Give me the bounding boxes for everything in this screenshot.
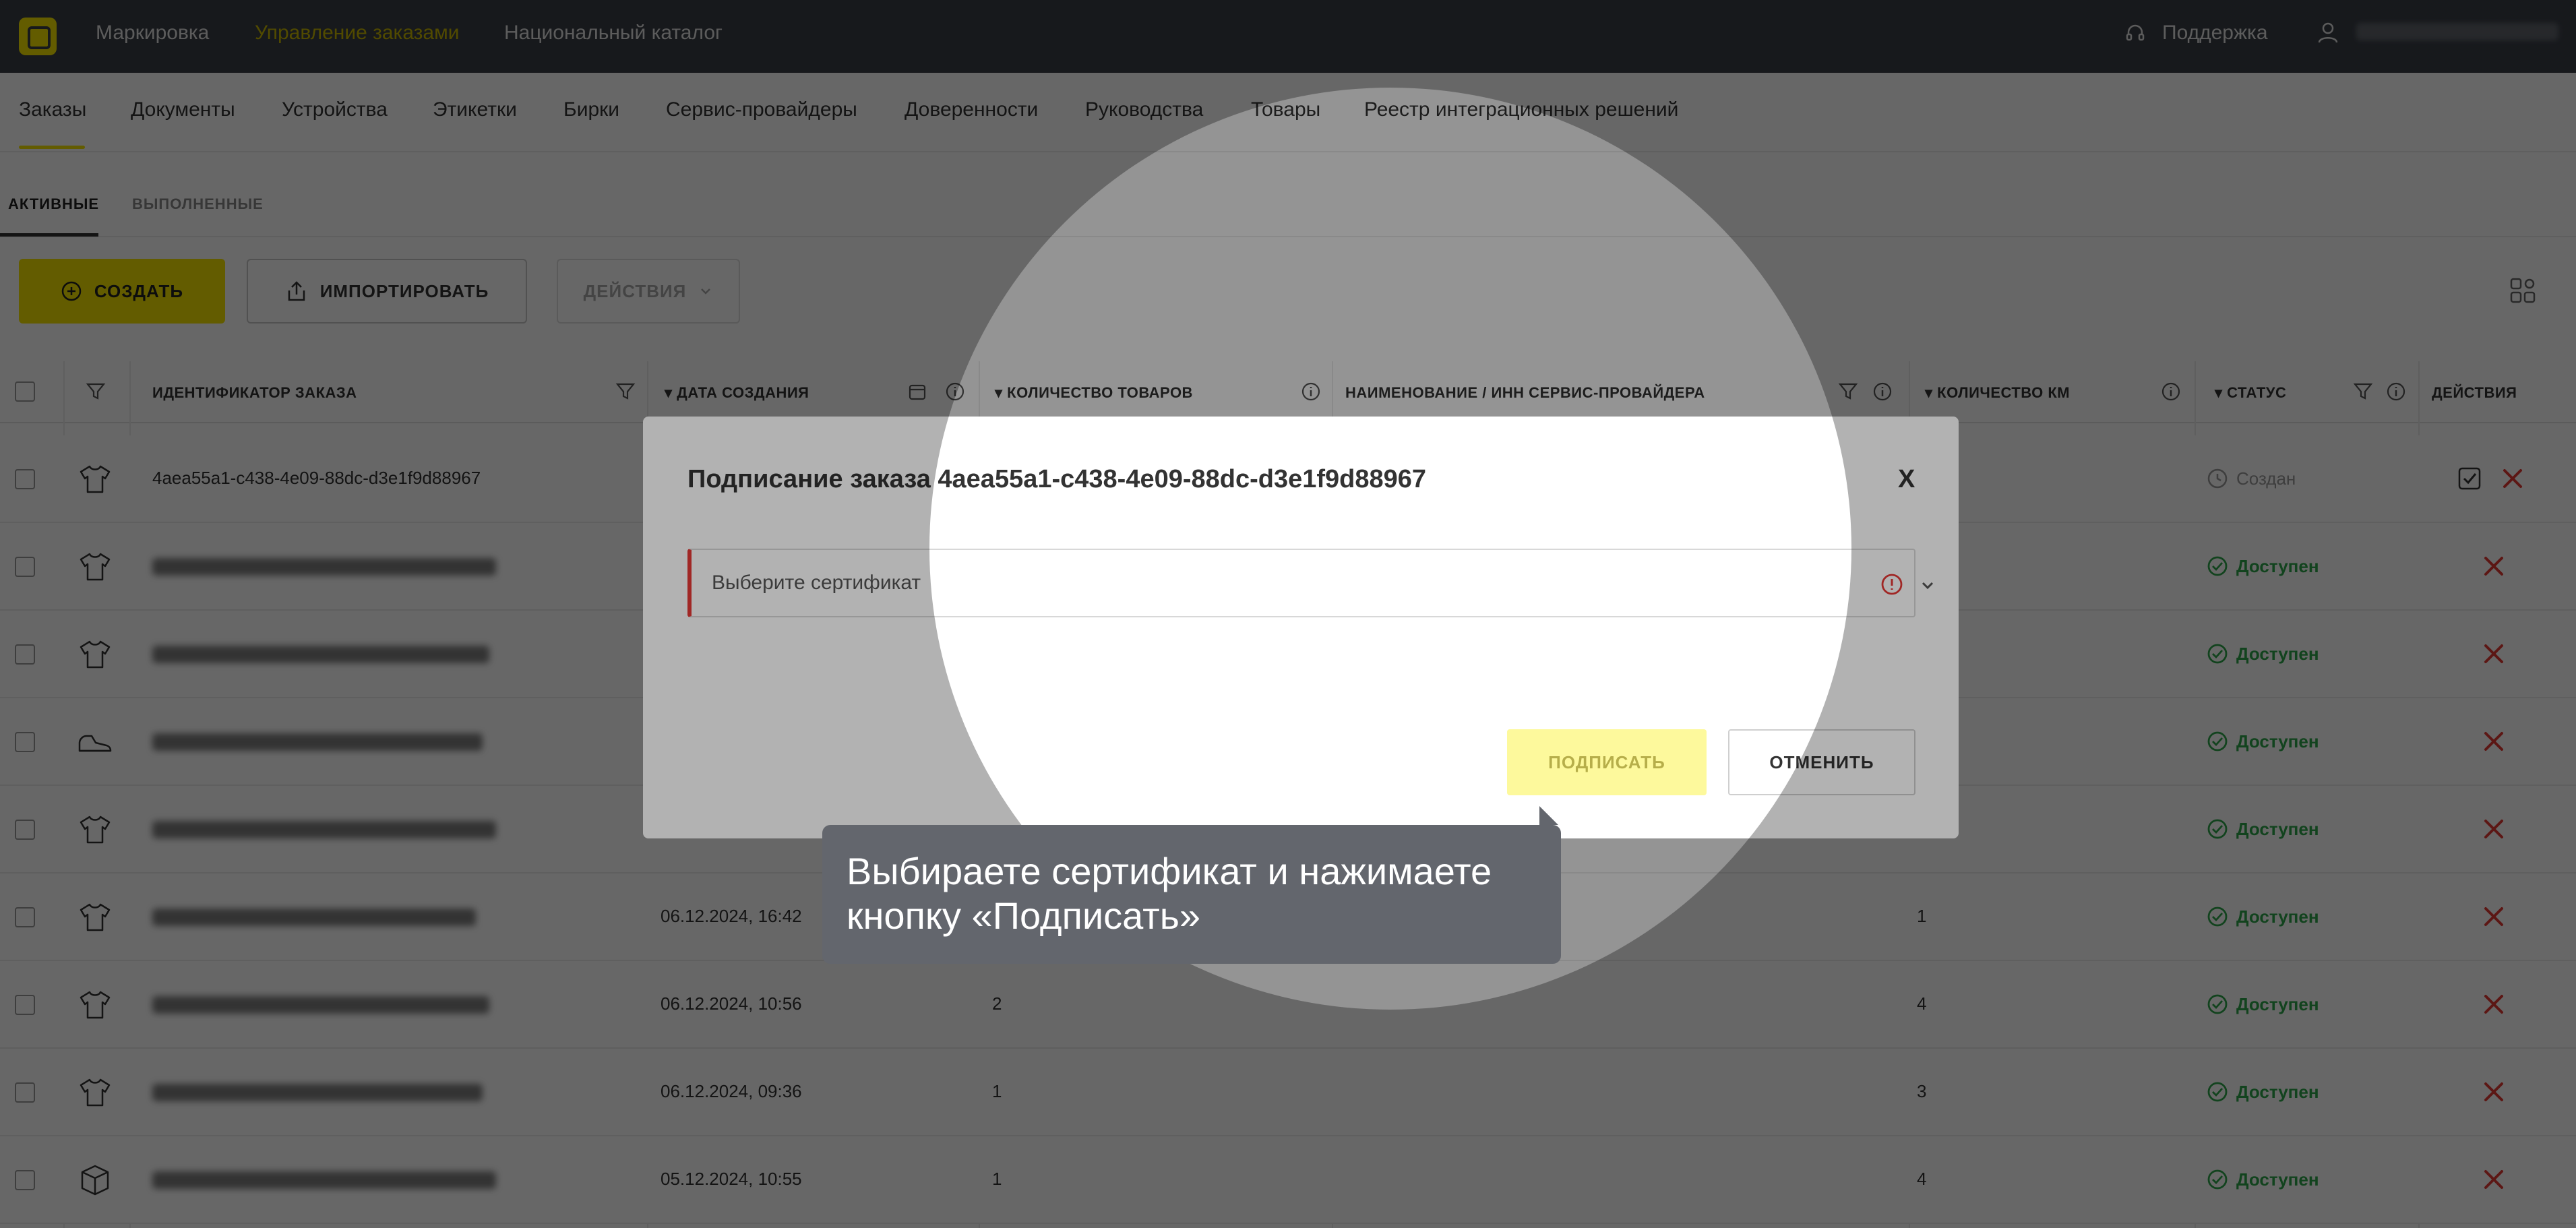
hint-tooltip: Выбираете сертификат и нажимаете кнопку … (822, 806, 1561, 964)
certificate-placeholder: Выберите сертификат (712, 572, 921, 594)
sign-button[interactable]: ПОДПИСАТЬ (1507, 729, 1707, 795)
chevron-down-icon[interactable] (1920, 577, 1936, 593)
certificate-select[interactable]: Выберите сертификат (687, 549, 1934, 617)
close-button[interactable]: X (1898, 465, 1915, 494)
hint-text: Выбираете сертификат и нажимаете кнопку … (847, 850, 1492, 937)
dialog-title: Подписание заказа 4aea55a1-c438-4e09-88d… (687, 465, 1427, 493)
sign-order-dialog: Подписание заказа 4aea55a1-c438-4e09-88d… (643, 417, 1959, 838)
error-icon (1881, 574, 1903, 595)
cancel-button[interactable]: ОТМЕНИТЬ (1728, 729, 1915, 795)
